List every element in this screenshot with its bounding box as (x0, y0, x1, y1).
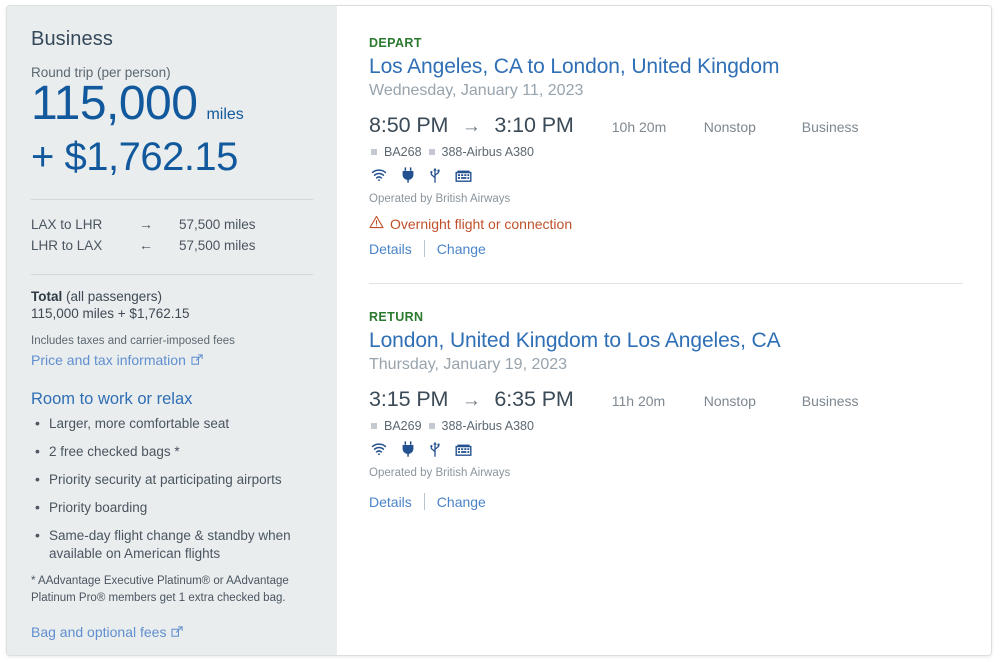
cabin-title: Business (31, 28, 113, 50)
cash-price-amount: + $1,762.15 (31, 134, 238, 179)
arrival-time: 3:10 PM (494, 113, 574, 137)
segment-times-row-return: 3:15 PM → 6:35 PM 11h 20m Nonstop Busine… (369, 387, 963, 412)
bag-and-optional-fees-link[interactable]: Bag and optional fees (31, 624, 184, 640)
departure-time: 8:50 PM (369, 113, 449, 137)
perks-footnote: * AAdvantage Executive Platinum® or AAdv… (31, 574, 289, 604)
usb-port-icon (429, 441, 441, 457)
perks-title: Room to work or relax (31, 389, 193, 408)
total-label: Total (all passengers) (31, 289, 313, 304)
action-separator (423, 240, 425, 257)
sidebar-divider-2 (31, 273, 313, 275)
entertainment-icon (455, 442, 472, 457)
segment-date-return: Thursday, January 19, 2023 (369, 356, 568, 373)
square-bullet-icon (371, 149, 377, 155)
total-label-strong: Total (31, 288, 63, 304)
leg-row: LAX to LHR → 57,500 miles (31, 214, 313, 235)
entertainment-icon (455, 168, 472, 183)
leg-miles: 57,500 miles (179, 216, 256, 232)
amenities-row-depart (371, 167, 963, 183)
list-item: 2 free checked bags * (31, 442, 313, 461)
time-arrow-icon: → (461, 390, 481, 411)
segment-kicker-depart: DEPART (369, 36, 422, 50)
leg-miles: 57,500 miles (179, 237, 256, 253)
square-bullet-icon (428, 149, 435, 155)
segment-route-depart: Los Angeles, CA to London, United Kingdo… (369, 55, 780, 78)
operated-by-return: Operated by British Airways (369, 467, 511, 479)
miles-amount: 115,000 (31, 77, 198, 130)
stops-label: Nonstop (703, 393, 756, 409)
square-bullet-icon (428, 423, 435, 429)
flight-number-row-depart: BA268 388-Airbus A380 (371, 145, 963, 159)
aircraft-type: 388-Airbus A380 (441, 145, 534, 159)
segment-divider (369, 283, 963, 284)
leg-route: LAX to LHR (31, 216, 103, 232)
wifi-icon (371, 168, 387, 182)
price-summary-sidebar: Business Round trip (per person) 115,000… (7, 6, 337, 655)
leg-route: LHR to LAX (31, 237, 103, 253)
external-link-icon (171, 625, 184, 638)
cabin-label: Business (801, 393, 859, 409)
flight-segment-return: RETURN London, United Kingdom to Los Ang… (369, 310, 963, 510)
aircraft-type: 388-Airbus A380 (441, 419, 534, 433)
change-link-depart[interactable]: Change (437, 241, 486, 257)
overnight-warning-depart: Overnight flight or connection (369, 215, 963, 232)
power-outlet-icon (401, 167, 415, 183)
operated-by-depart: Operated by British Airways (369, 193, 511, 205)
overnight-warning-label: Overnight flight or connection (390, 215, 573, 232)
leg-direction-arrow-icon: ← (139, 236, 153, 253)
amenities-row-return (371, 441, 963, 457)
itinerary-card: Business Round trip (per person) 115,000… (6, 5, 992, 656)
total-value: 115,000 miles + $1,762.15 (31, 305, 190, 321)
flight-segments-panel: DEPART Los Angeles, CA to London, United… (337, 6, 991, 655)
square-bullet-icon (371, 423, 377, 429)
leg-direction-arrow-icon: → (139, 215, 153, 232)
details-link-depart[interactable]: Details (369, 241, 412, 257)
price-and-tax-information-label: Price and tax information (31, 351, 186, 368)
details-link-return[interactable]: Details (369, 494, 412, 510)
sidebar-divider-1 (31, 198, 313, 200)
miles-price-line: 115,000 miles (31, 77, 313, 131)
flight-number: BA269 (384, 419, 422, 433)
segment-actions-depart: Details Change (369, 240, 963, 257)
taxes-note: Includes taxes and carrier-imposed fees (31, 334, 235, 347)
leg-row: LHR to LAX ← 57,500 miles (31, 235, 313, 256)
price-and-tax-information-link[interactable]: Price and tax information (31, 352, 204, 368)
total-label-rest: (all passengers) (62, 288, 163, 304)
perks-list: Larger, more comfortable seat 2 free che… (31, 414, 313, 563)
cabin-label: Business (801, 119, 859, 135)
segment-date-depart: Wednesday, January 11, 2023 (369, 82, 584, 99)
segment-times-row-depart: 8:50 PM → 3:10 PM 10h 20m Nonstop Busine… (369, 113, 963, 138)
change-link-return[interactable]: Change (437, 494, 486, 510)
list-item: Larger, more comfortable seat (31, 414, 313, 433)
miles-unit-label: miles (206, 106, 244, 123)
list-item: Priority boarding (31, 498, 313, 517)
power-outlet-icon (401, 441, 415, 457)
usb-port-icon (429, 167, 441, 183)
wifi-icon (371, 442, 387, 456)
list-item: Priority security at participating airpo… (31, 470, 313, 489)
warning-triangle-icon (369, 215, 384, 232)
action-separator (423, 493, 425, 510)
flight-number-row-return: BA269 388-Airbus A380 (371, 419, 963, 433)
list-item: Same-day flight change & standby when av… (31, 526, 313, 563)
total-block: Total (all passengers) 115,000 miles + $… (31, 289, 313, 321)
segment-route-return: London, United Kingdom to Los Angeles, C… (369, 329, 781, 352)
departure-time: 3:15 PM (369, 387, 449, 411)
stops-label: Nonstop (703, 119, 756, 135)
arrival-time: 6:35 PM (494, 387, 574, 411)
flight-duration: 10h 20m (611, 119, 667, 135)
time-arrow-icon: → (461, 116, 481, 137)
flight-duration: 11h 20m (611, 393, 666, 409)
segment-actions-return: Details Change (369, 493, 963, 510)
flight-segment-depart: DEPART Los Angeles, CA to London, United… (369, 36, 963, 257)
bag-and-optional-fees-label: Bag and optional fees (31, 623, 167, 640)
award-itinerary-page: Business Round trip (per person) 115,000… (0, 0, 1000, 662)
flight-number: BA268 (384, 145, 422, 159)
leg-miles-breakdown: LAX to LHR → 57,500 miles LHR to LAX ← 5… (31, 214, 313, 256)
external-link-icon (191, 353, 204, 366)
segment-kicker-return: RETURN (369, 310, 424, 324)
